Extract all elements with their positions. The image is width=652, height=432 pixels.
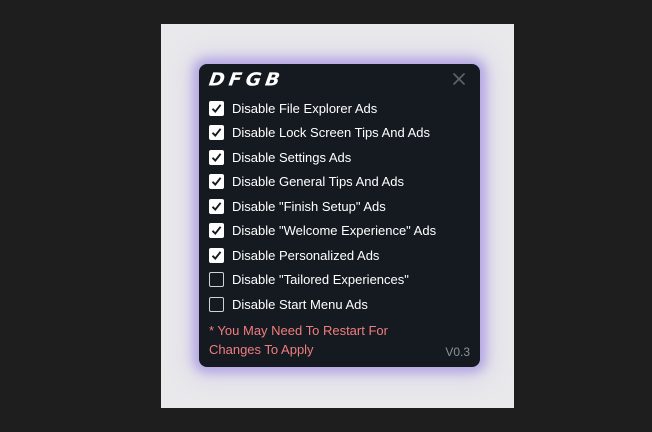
- check-icon: [211, 201, 222, 211]
- option-settings-ads[interactable]: Disable Settings Ads: [209, 145, 436, 170]
- check-icon: [211, 226, 222, 236]
- checkbox[interactable]: [209, 247, 224, 263]
- option-label: Disable "Tailored Experiences": [232, 272, 409, 288]
- option-personalized-ads[interactable]: Disable Personalized Ads: [209, 243, 436, 268]
- checkbox[interactable]: [209, 296, 224, 312]
- checkbox[interactable]: [209, 174, 224, 190]
- checkbox[interactable]: [209, 149, 224, 165]
- restart-note: * You May Need To Restart For Changes To…: [209, 323, 388, 357]
- option-label: Disable Personalized Ads: [232, 247, 380, 263]
- option-lock-screen-tips-ads[interactable]: Disable Lock Screen Tips And Ads: [209, 121, 436, 146]
- checkbox[interactable]: [209, 100, 224, 116]
- option-label: Disable Settings Ads: [232, 149, 352, 165]
- version-label: V0.3: [445, 345, 470, 359]
- option-general-tips-ads[interactable]: Disable General Tips And Ads: [209, 170, 436, 195]
- option-label: Disable File Explorer Ads: [232, 100, 378, 116]
- option-tailored-experiences[interactable]: Disable "Tailored Experiences": [209, 268, 436, 293]
- option-label: Disable Start Menu Ads: [232, 296, 368, 312]
- option-file-explorer-ads[interactable]: Disable File Explorer Ads: [209, 96, 436, 121]
- option-welcome-experience-ads[interactable]: Disable "Welcome Experience" Ads: [209, 219, 436, 244]
- close-icon: [453, 73, 465, 85]
- app-logo: DFGB: [207, 69, 286, 91]
- checkbox[interactable]: [209, 125, 224, 141]
- checkbox[interactable]: [209, 223, 224, 239]
- app-window: DFGB Disable File Explorer Ads Disable L…: [199, 64, 480, 367]
- option-label: Disable General Tips And Ads: [232, 174, 404, 190]
- option-label: Disable Lock Screen Tips And Ads: [232, 125, 431, 141]
- option-start-menu-ads[interactable]: Disable Start Menu Ads: [209, 292, 436, 317]
- check-icon: [211, 128, 222, 138]
- app-logo-text: DFGB: [207, 69, 286, 91]
- close-button[interactable]: [450, 70, 468, 88]
- check-icon: [211, 250, 222, 260]
- checkbox[interactable]: [209, 272, 224, 288]
- checkbox[interactable]: [209, 198, 224, 214]
- option-label: Disable "Finish Setup" Ads: [232, 198, 386, 214]
- option-finish-setup-ads[interactable]: Disable "Finish Setup" Ads: [209, 194, 436, 219]
- check-icon: [211, 152, 222, 162]
- check-icon: [211, 103, 222, 113]
- option-label: Disable "Welcome Experience" Ads: [232, 223, 437, 239]
- options-list: Disable File Explorer Ads Disable Lock S…: [209, 96, 436, 317]
- check-icon: [211, 177, 222, 187]
